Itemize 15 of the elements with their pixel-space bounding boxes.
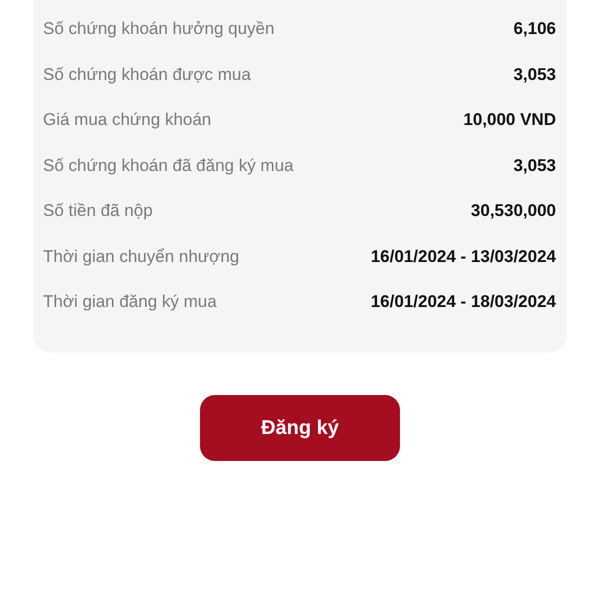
detail-value: 3,053 <box>513 64 556 86</box>
detail-label: Thời gian chuyển nhượng <box>43 246 240 268</box>
detail-value: 16/01/2024 - 13/03/2024 <box>370 246 556 268</box>
detail-label: Số chứng khoán đã đăng ký mua <box>43 154 294 176</box>
detail-value: 30,530,000 <box>470 200 556 222</box>
detail-label: Số tiền đã nộp <box>43 200 153 222</box>
register-button[interactable]: Đăng ký <box>200 394 400 460</box>
detail-value: 16/01/2024 - 18/03/2024 <box>370 291 556 313</box>
detail-label: Số chứng khoán được mua <box>43 64 251 86</box>
detail-label: Thời gian đăng ký mua <box>43 291 217 313</box>
detail-label: Số chứng khoán hưởng quyền <box>43 18 274 40</box>
detail-value: 10,000 VND <box>463 109 556 131</box>
detail-value: 6,106 <box>513 18 556 40</box>
detail-label: Giá mua chứng khoán <box>43 109 212 131</box>
detail-value: 3,053 <box>513 154 556 176</box>
